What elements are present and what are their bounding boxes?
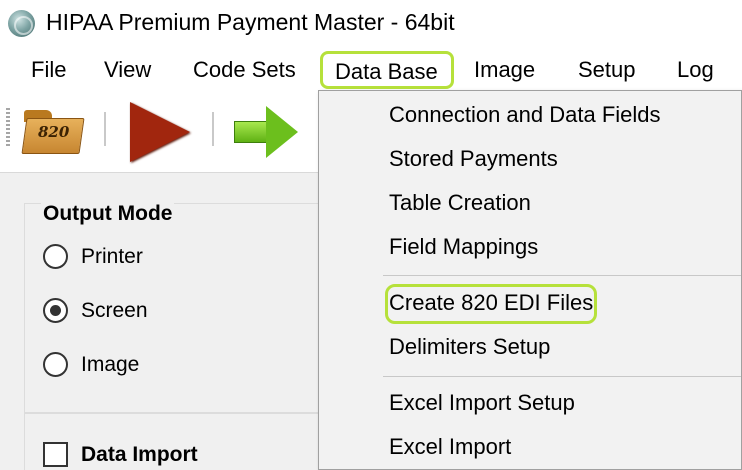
settings-panel: Output Mode Printer Screen Image Data Im… (0, 172, 318, 470)
next-button[interactable] (234, 100, 300, 160)
menu-item-create-820-edi-files[interactable]: Create 820 EDI Files (389, 290, 593, 316)
radio-label: Screen (81, 298, 148, 322)
menu-view[interactable]: View (104, 57, 151, 83)
window-title: HIPAA Premium Payment Master - 64bit (46, 9, 455, 35)
radio-label: Printer (81, 244, 143, 268)
menu-setup[interactable]: Setup (578, 57, 636, 83)
menu-item-stored-payments[interactable]: Stored Payments (389, 146, 558, 172)
menu-item-delimiters-setup[interactable]: Delimiters Setup (389, 334, 550, 360)
data-import-checkbox[interactable] (43, 442, 68, 467)
run-button[interactable] (130, 100, 192, 162)
radio-button[interactable] (43, 352, 68, 377)
folder-icon-label: 820 (38, 123, 70, 141)
radio-button[interactable] (43, 298, 68, 323)
menu-separator (383, 275, 741, 276)
radio-button[interactable] (43, 244, 68, 269)
menu-item-excel-import[interactable]: Excel Import (389, 434, 511, 460)
menu-item-field-mappings[interactable]: Field Mappings (389, 234, 538, 260)
radio-label: Image (81, 352, 140, 376)
data-import-group: Data Import (24, 413, 318, 470)
title-bar: HIPAA Premium Payment Master - 64bit (0, 0, 742, 46)
menu-item-connection-data-fields[interactable]: Connection and Data Fields (389, 102, 661, 128)
app-globe-icon (8, 10, 35, 37)
menu-data-base[interactable]: Data Base (320, 51, 454, 89)
folder-icon: 820 (21, 110, 85, 154)
toolbar-separator (104, 112, 106, 146)
data-base-menu: Connection and Data Fields Stored Paymen… (318, 90, 742, 470)
menu-item-table-creation[interactable]: Table Creation (389, 190, 531, 216)
menu-log[interactable]: Log (677, 57, 714, 83)
toolbar-separator (212, 112, 214, 146)
radio-printer[interactable]: Printer (43, 244, 143, 269)
menu-file[interactable]: File (31, 57, 66, 83)
menu-separator (383, 376, 741, 377)
data-import-label: Data Import (81, 442, 198, 466)
radio-image[interactable]: Image (43, 352, 139, 377)
data-import-checkbox-row[interactable]: Data Import (43, 442, 198, 467)
output-mode-group: Output Mode Printer Screen Image (24, 202, 318, 413)
play-icon (130, 102, 190, 162)
radio-screen[interactable]: Screen (43, 298, 148, 323)
menu-code-sets[interactable]: Code Sets (193, 57, 296, 83)
output-mode-title: Output Mode (41, 202, 175, 226)
menu-item-excel-import-setup[interactable]: Excel Import Setup (389, 390, 575, 416)
arrow-right-icon (234, 106, 300, 158)
menu-bar: File View Code Sets Data Base Image Setu… (0, 46, 742, 94)
toolbar-grip[interactable] (6, 108, 10, 148)
menu-image[interactable]: Image (474, 57, 535, 83)
open-820-folder-button[interactable]: 820 (21, 100, 86, 160)
